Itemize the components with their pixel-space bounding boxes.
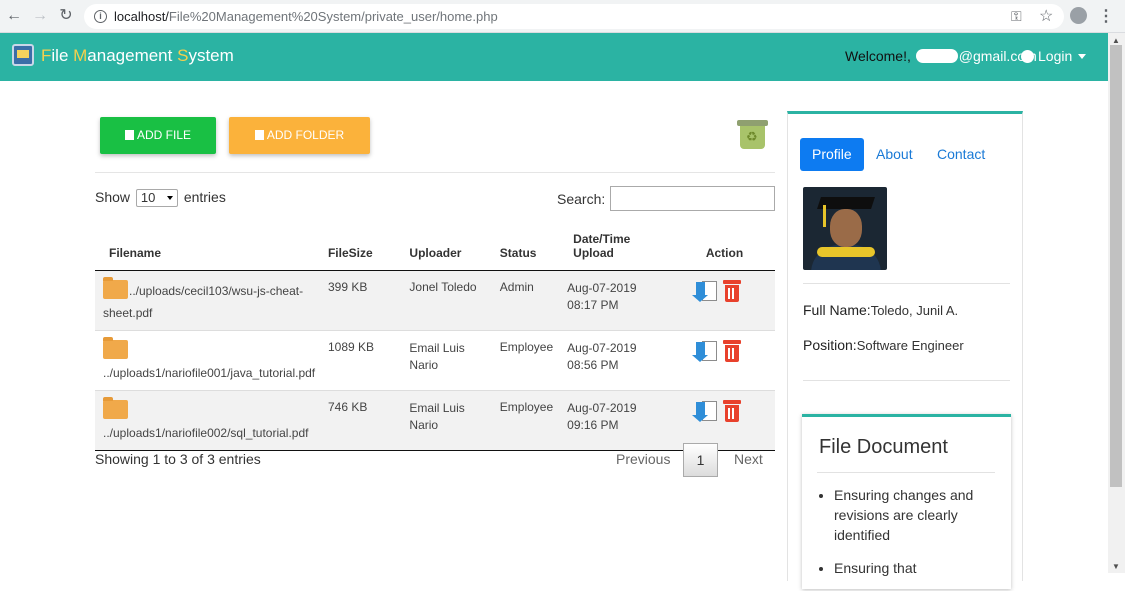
add-file-button[interactable]: ADD FILE [100,117,216,154]
next-button[interactable]: Next [734,451,763,467]
header-status[interactable]: Status [485,222,560,271]
menu-icon[interactable]: ⋮ [1098,6,1114,26]
browser-toolbar: ← → ↻ i localhost/File%20Management%20Sy… [0,0,1125,33]
file-icon [124,130,134,140]
forward-icon[interactable]: → [31,7,49,25]
logo-icon [12,44,34,66]
full-name: Full Name:Toledo, Junil A. [803,302,959,318]
scroll-up-icon[interactable]: ▲ [1112,36,1120,45]
caret-down-icon [1078,54,1087,59]
cell-uploader: Email Luis Nario [395,329,486,390]
cell-size: 746 KB [321,389,396,451]
list-item: Ensuring changes and revisions are clear… [834,485,984,545]
table-row: ../uploads1/nariofile001/java_tutorial.p… [95,329,775,390]
key-icon[interactable]: ⚿ [1011,8,1022,25]
header-filename[interactable]: Filename [95,222,322,271]
search-label: Search: [557,191,606,207]
folder-icon [103,396,128,419]
cell-filename[interactable]: ../uploads/cecil103/wsu-js-cheat-sheet.p… [95,269,322,330]
page-scrollbar[interactable]: ▲ ▼ [1108,33,1125,573]
info-icon[interactable]: i [94,10,107,23]
login-dropdown[interactable]: Login [1021,48,1087,64]
divider [817,472,995,473]
tab-contact[interactable]: Contact [925,138,997,171]
search-input[interactable] [610,186,775,211]
table-info: Showing 1 to 3 of 3 entries [95,451,261,467]
cell-datetime: Aug-07-2019 08:17 PM [559,269,676,330]
download-icon[interactable] [691,340,718,362]
entries-control: Show 10 entries [95,189,226,207]
delete-icon[interactable] [722,279,741,302]
cell-size: 399 KB [321,269,396,330]
cell-action [675,269,775,330]
header-action: Action [675,222,775,271]
header-filesize[interactable]: FileSize [321,222,396,271]
cell-uploader: Jonel Toledo [395,269,486,330]
previous-button[interactable]: Previous [616,451,670,467]
app-navbar: File Management System Welcome!, @gmail.… [0,33,1108,81]
list-item: Ensuring that [834,558,984,578]
delete-icon[interactable] [722,339,741,362]
address-bar[interactable]: i localhost/File%20Management%20System/p… [84,4,1064,29]
header-uploader[interactable]: Uploader [395,222,486,271]
table-row: ../uploads1/nariofile002/sql_tutorial.pd… [95,389,775,451]
cell-action [675,389,775,451]
cell-filename[interactable]: ../uploads1/nariofile002/sql_tutorial.pd… [95,389,322,451]
divider [803,283,1010,284]
back-icon[interactable]: ← [5,7,23,25]
folder-plus-icon [254,130,264,140]
scroll-down-icon[interactable]: ▼ [1112,562,1120,571]
download-icon[interactable] [691,400,718,422]
brand-title[interactable]: File Management System [41,46,234,66]
tab-about[interactable]: About [864,138,925,171]
add-folder-button[interactable]: ADD FOLDER [229,117,370,154]
cell-filename[interactable]: ../uploads1/nariofile001/java_tutorial.p… [95,329,322,390]
download-icon[interactable] [691,280,718,302]
position: Position:Software Engineer [803,337,964,353]
page-button[interactable]: 1 [683,443,718,477]
cell-datetime: Aug-07-2019 09:16 PM [559,389,676,451]
cell-status: Employee [485,389,560,451]
recycle-bin-icon[interactable] [737,118,768,150]
files-table: Filename FileSize Uploader Status Date/T… [95,222,775,451]
table-header-row: Filename FileSize Uploader Status Date/T… [95,222,775,271]
star-icon[interactable]: ☆ [1039,6,1053,26]
divider [803,380,1010,381]
cell-datetime: Aug-07-2019 08:56 PM [559,329,676,390]
file-document-title: File Document [819,436,948,458]
account-icon[interactable] [1070,7,1087,24]
cell-status: Employee [485,329,560,390]
divider [95,172,775,173]
scroll-thumb[interactable] [1110,45,1122,487]
cell-size: 1089 KB [321,329,396,390]
avatar [803,187,887,270]
cell-uploader: Email Luis Nario [395,389,486,451]
folder-icon [103,336,128,359]
folder-icon [103,276,128,299]
reload-icon[interactable]: ↻ [57,7,75,25]
file-document-card: File Document Ensuring changes and revis… [802,414,1011,589]
profile-panel: Profile About Contact Full Name:Toledo, … [787,111,1023,589]
welcome-text: Welcome!, @gmail.com [845,48,1037,64]
table-row: ../uploads/cecil103/wsu-js-cheat-sheet.p… [95,269,775,330]
cell-status: Admin [485,269,560,330]
url-text: localhost/File%20Management%20System/pri… [114,9,498,24]
user-icon [1021,50,1034,63]
cell-action [675,329,775,390]
header-datetime[interactable]: Date/Time Upload [559,222,676,271]
tab-profile[interactable]: Profile [800,138,864,171]
email-redaction [915,49,958,63]
entries-select[interactable]: 10 [135,189,178,207]
delete-icon[interactable] [722,399,741,422]
file-document-list: Ensuring changes and revisions are clear… [834,485,984,591]
